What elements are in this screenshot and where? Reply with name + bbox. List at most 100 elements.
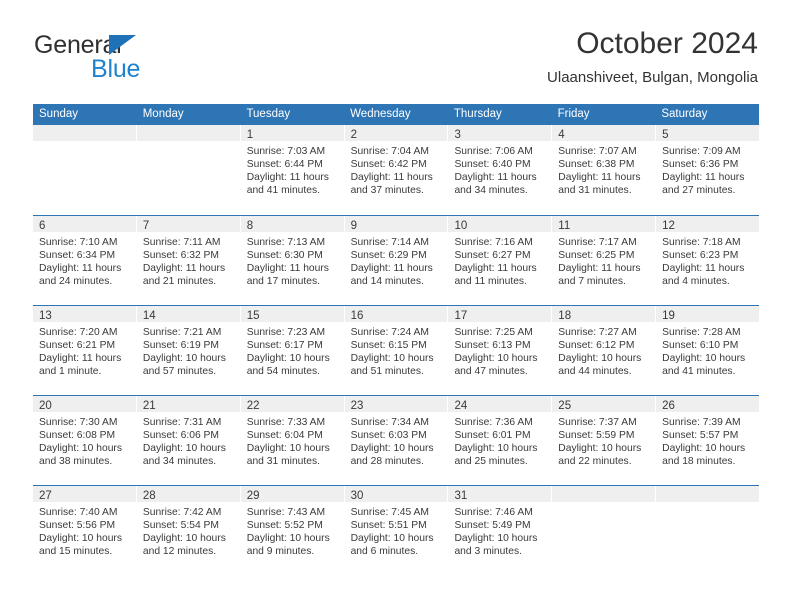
day-details: Sunrise: 7:40 AM Sunset: 5:56 PM Daylight:…: [33, 502, 136, 558]
day-cell-4[interactable]: 4 Sunrise: 7:07 AM Sunset: 6:38 PM Daylight…: [552, 125, 657, 215]
day-cell-23[interactable]: 23 Sunrise: 7:34 AM Sunset: 6:03 PM Dayligh…: [344, 396, 449, 485]
day-cell-13[interactable]: 13 Sunrise: 7:20 AM Sunset: 6:21 PM Dayligh…: [33, 306, 137, 395]
day-details: [33, 141, 136, 145]
day-details: Sunrise: 7:07 AM Sunset: 6:38 PM Daylight:…: [552, 141, 655, 197]
day-number-strip: 21: [136, 396, 240, 412]
day-number: 12: [662, 220, 675, 232]
general-blue-logo[interactable]: General Blue: [34, 32, 234, 90]
daylight-duration-line2: and 34 minutes.: [142, 456, 217, 468]
day-cell-30[interactable]: 30 Sunrise: 7:45 AM Sunset: 5:51 PM Dayligh…: [344, 486, 449, 575]
day-cell-5[interactable]: 5 Sunrise: 7:09 AM Sunset: 6:36 PM Daylight…: [656, 125, 760, 215]
daylight-duration-line1: Daylight: 11 hours: [350, 172, 433, 184]
day-number-strip: [656, 486, 760, 502]
weekday-header-monday: Monday: [142, 108, 184, 120]
day-details: Sunrise: 7:16 AM Sunset: 6:27 PM Daylight:…: [448, 232, 551, 288]
day-cell-2[interactable]: 2 Sunrise: 7:04 AM Sunset: 6:42 PM Daylight…: [344, 125, 449, 215]
daylight-duration-line2: and 25 minutes.: [454, 456, 528, 468]
day-number-strip: 6: [33, 216, 136, 232]
day-cell-16[interactable]: 16 Sunrise: 7:24 AM Sunset: 6:15 PM Dayligh…: [344, 306, 449, 395]
day-cell-18[interactable]: 18 Sunrise: 7:27 AM Sunset: 6:12 PM Dayligh…: [552, 306, 657, 395]
day-number-strip: 2: [344, 125, 448, 141]
day-cell-24[interactable]: 24 Sunrise: 7:36 AM Sunset: 6:01 PM Dayligh…: [448, 396, 553, 485]
day-number-strip: 22: [240, 396, 344, 412]
day-number-strip: 18: [552, 306, 656, 322]
daylight-duration-line1: Daylight: 10 hours: [350, 533, 434, 545]
sunrise-time: Sunrise: 7:39 AM: [662, 417, 741, 428]
day-cell-19[interactable]: 19 Sunrise: 7:28 AM Sunset: 6:10 PM Dayligh…: [656, 306, 760, 395]
sunrise-time: Sunrise: 7:06 AM: [454, 146, 533, 157]
day-cell-29[interactable]: 29 Sunrise: 7:43 AM Sunset: 5:52 PM Dayligh…: [240, 486, 345, 575]
day-details: Sunrise: 7:20 AM Sunset: 6:21 PM Daylight:…: [33, 322, 136, 378]
sunset-time: Sunset: 6:30 PM: [246, 250, 323, 262]
sunrise-time: Sunrise: 7:40 AM: [39, 507, 118, 518]
calendar-body: 1 Sunrise: 7:03 AM Sunset: 6:44 PM Daylight…: [33, 125, 760, 575]
sunrise-time: Sunrise: 7:42 AM: [142, 507, 222, 518]
day-cell-20[interactable]: 20 Sunrise: 7:30 AM Sunset: 6:08 PM Dayligh…: [33, 396, 137, 485]
sunrise-time: Sunrise: 7:31 AM: [142, 417, 222, 428]
sunset-time: Sunset: 6:44 PM: [246, 159, 323, 171]
day-number: 15: [246, 310, 260, 322]
calendar-grid: Sunday Monday Tuesday Wednesday Thursday Frid…: [33, 104, 760, 575]
sunrise-time: Sunrise: 7:09 AM: [662, 146, 741, 157]
sunrise-time: Sunrise: 7:30 AM: [39, 417, 118, 428]
day-cell-12[interactable]: 12 Sunrise: 7:18 AM Sunset: 6:23 PM Dayligh…: [656, 216, 760, 305]
sunset-time: Sunset: 6:40 PM: [454, 159, 531, 171]
sunset-time: Sunset: 6:15 PM: [350, 340, 427, 352]
calendar-page: General Blue October 2024 Ulaanshiveet, …: [0, 0, 792, 612]
daylight-duration-line2: and 51 minutes.: [350, 366, 424, 378]
day-cell-25[interactable]: 25 Sunrise: 7:37 AM Sunset: 5:59 PM Dayligh…: [552, 396, 657, 485]
daylight-duration-line1: Daylight: 11 hours: [142, 263, 226, 275]
day-cell-7[interactable]: 7 Sunrise: 7:11 AM Sunset: 6:32 PM Daylight…: [136, 216, 241, 305]
day-details: Sunrise: 7:39 AM Sunset: 5:57 PM Daylight:…: [656, 412, 759, 468]
day-number: 16: [350, 310, 364, 322]
daylight-duration-line2: and 24 minutes.: [39, 276, 113, 288]
daylight-duration-line2: and 44 minutes.: [558, 366, 632, 378]
daylight-duration-line2: and 37 minutes.: [350, 185, 424, 197]
day-cell-1[interactable]: 1 Sunrise: 7:03 AM Sunset: 6:44 PM Daylight…: [240, 125, 345, 215]
day-cell-22[interactable]: 22 Sunrise: 7:33 AM Sunset: 6:04 PM Dayligh…: [240, 396, 345, 485]
day-cell-17[interactable]: 17 Sunrise: 7:25 AM Sunset: 6:13 PM Dayligh…: [448, 306, 553, 395]
day-number-strip: 13: [33, 306, 136, 322]
sunset-time: Sunset: 6:06 PM: [142, 430, 219, 442]
day-details: Sunrise: 7:03 AM Sunset: 6:44 PM Daylight:…: [241, 141, 344, 197]
day-cell-15[interactable]: 15 Sunrise: 7:23 AM Sunset: 6:17 PM Dayligh…: [240, 306, 345, 395]
day-number: 29: [246, 490, 260, 502]
sunrise-time: Sunrise: 7:24 AM: [350, 327, 429, 338]
day-number-strip: 1: [240, 125, 344, 141]
day-number: 31: [454, 490, 468, 502]
day-cell-11[interactable]: 11 Sunrise: 7:17 AM Sunset: 6:25 PM Dayligh…: [552, 216, 657, 305]
sunset-time: Sunset: 6:21 PM: [39, 340, 116, 352]
day-number-strip: 23: [344, 396, 448, 412]
day-cell-6[interactable]: 6 Sunrise: 7:10 AM Sunset: 6:34 PM Daylight…: [33, 216, 137, 305]
day-cell-8[interactable]: 8 Sunrise: 7:13 AM Sunset: 6:30 PM Daylight…: [240, 216, 345, 305]
weekday-header-thursday: Thursday: [453, 108, 502, 120]
sunrise-time: Sunrise: 7:16 AM: [454, 237, 533, 248]
day-number-strip: 10: [448, 216, 552, 232]
day-cell-28[interactable]: 28 Sunrise: 7:42 AM Sunset: 5:54 PM Dayligh…: [136, 486, 241, 575]
day-number: 7: [142, 220, 150, 232]
daylight-duration-line2: and 9 minutes.: [246, 546, 315, 558]
sunset-time: Sunset: 6:13 PM: [454, 340, 531, 352]
daylight-duration-line1: Daylight: 10 hours: [142, 353, 226, 365]
day-details: Sunrise: 7:06 AM Sunset: 6:40 PM Daylight:…: [448, 141, 551, 197]
day-number: 20: [39, 400, 52, 412]
day-cell-3[interactable]: 3 Sunrise: 7:06 AM Sunset: 6:40 PM Daylight…: [448, 125, 553, 215]
sunrise-time: Sunrise: 7:20 AM: [39, 327, 118, 338]
daylight-duration-line1: Daylight: 11 hours: [39, 263, 122, 275]
day-cell-10[interactable]: 10 Sunrise: 7:16 AM Sunset: 6:27 PM Dayligh…: [448, 216, 553, 305]
sunrise-time: Sunrise: 7:46 AM: [454, 507, 533, 518]
day-number: 4: [558, 129, 565, 141]
day-cell-21[interactable]: 21 Sunrise: 7:31 AM Sunset: 6:06 PM Dayligh…: [136, 396, 241, 485]
day-number-strip: 17: [448, 306, 552, 322]
calendar-week-row: 1 Sunrise: 7:03 AM Sunset: 6:44 PM Daylight…: [33, 125, 760, 215]
day-cell-9[interactable]: 9 Sunrise: 7:14 AM Sunset: 6:29 PM Daylight…: [344, 216, 449, 305]
daylight-duration-line2: and 22 minutes.: [558, 456, 632, 468]
day-cell-14[interactable]: 14 Sunrise: 7:21 AM Sunset: 6:19 PM Dayligh…: [136, 306, 241, 395]
daylight-duration-line2: and 28 minutes.: [350, 456, 424, 468]
day-cell-31[interactable]: 31 Sunrise: 7:46 AM Sunset: 5:49 PM Dayligh…: [448, 486, 553, 575]
day-details: Sunrise: 7:36 AM Sunset: 6:01 PM Daylight:…: [448, 412, 551, 468]
day-cell-26[interactable]: 26 Sunrise: 7:39 AM Sunset: 5:57 PM Dayligh…: [656, 396, 760, 485]
daylight-duration-line2: and 27 minutes.: [662, 185, 736, 197]
day-cell-27[interactable]: 27 Sunrise: 7:40 AM Sunset: 5:56 PM Dayligh…: [33, 486, 137, 575]
day-number-strip: 14: [136, 306, 240, 322]
